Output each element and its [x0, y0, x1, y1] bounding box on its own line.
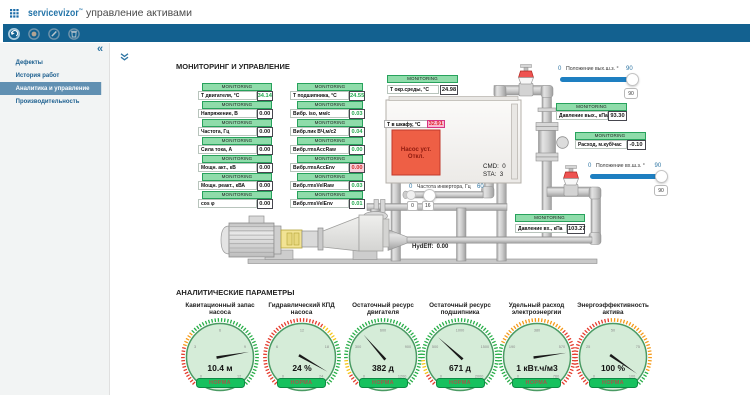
svg-text:6: 6: [219, 328, 221, 332]
svg-text:100 %: 100 %: [601, 363, 626, 373]
svg-text:500: 500: [432, 345, 438, 349]
svg-text:382 д: 382 д: [372, 363, 395, 373]
svg-text:190: 190: [508, 345, 514, 349]
svg-text:25: 25: [586, 345, 590, 349]
svg-text:1500: 1500: [481, 345, 489, 349]
svg-text:6: 6: [276, 345, 278, 349]
svg-text:50: 50: [611, 328, 615, 332]
svg-text:380: 380: [533, 328, 539, 332]
svg-text:671 д: 671 д: [449, 363, 472, 373]
svg-text:24 %: 24 %: [292, 363, 312, 373]
svg-text:9: 9: [244, 345, 246, 349]
svg-text:300: 300: [355, 345, 361, 349]
svg-text:10.4 м: 10.4 м: [207, 363, 232, 373]
svg-text:600: 600: [380, 328, 386, 332]
svg-text:570: 570: [558, 345, 564, 349]
svg-text:3: 3: [194, 345, 196, 349]
svg-text:18: 18: [324, 345, 328, 349]
svg-text:900: 900: [405, 345, 411, 349]
svg-text:1000: 1000: [456, 328, 464, 332]
svg-text:12: 12: [299, 328, 303, 332]
svg-text:1 кВт.ч/м3: 1 кВт.ч/м3: [516, 363, 558, 373]
svg-text:75: 75: [636, 345, 640, 349]
